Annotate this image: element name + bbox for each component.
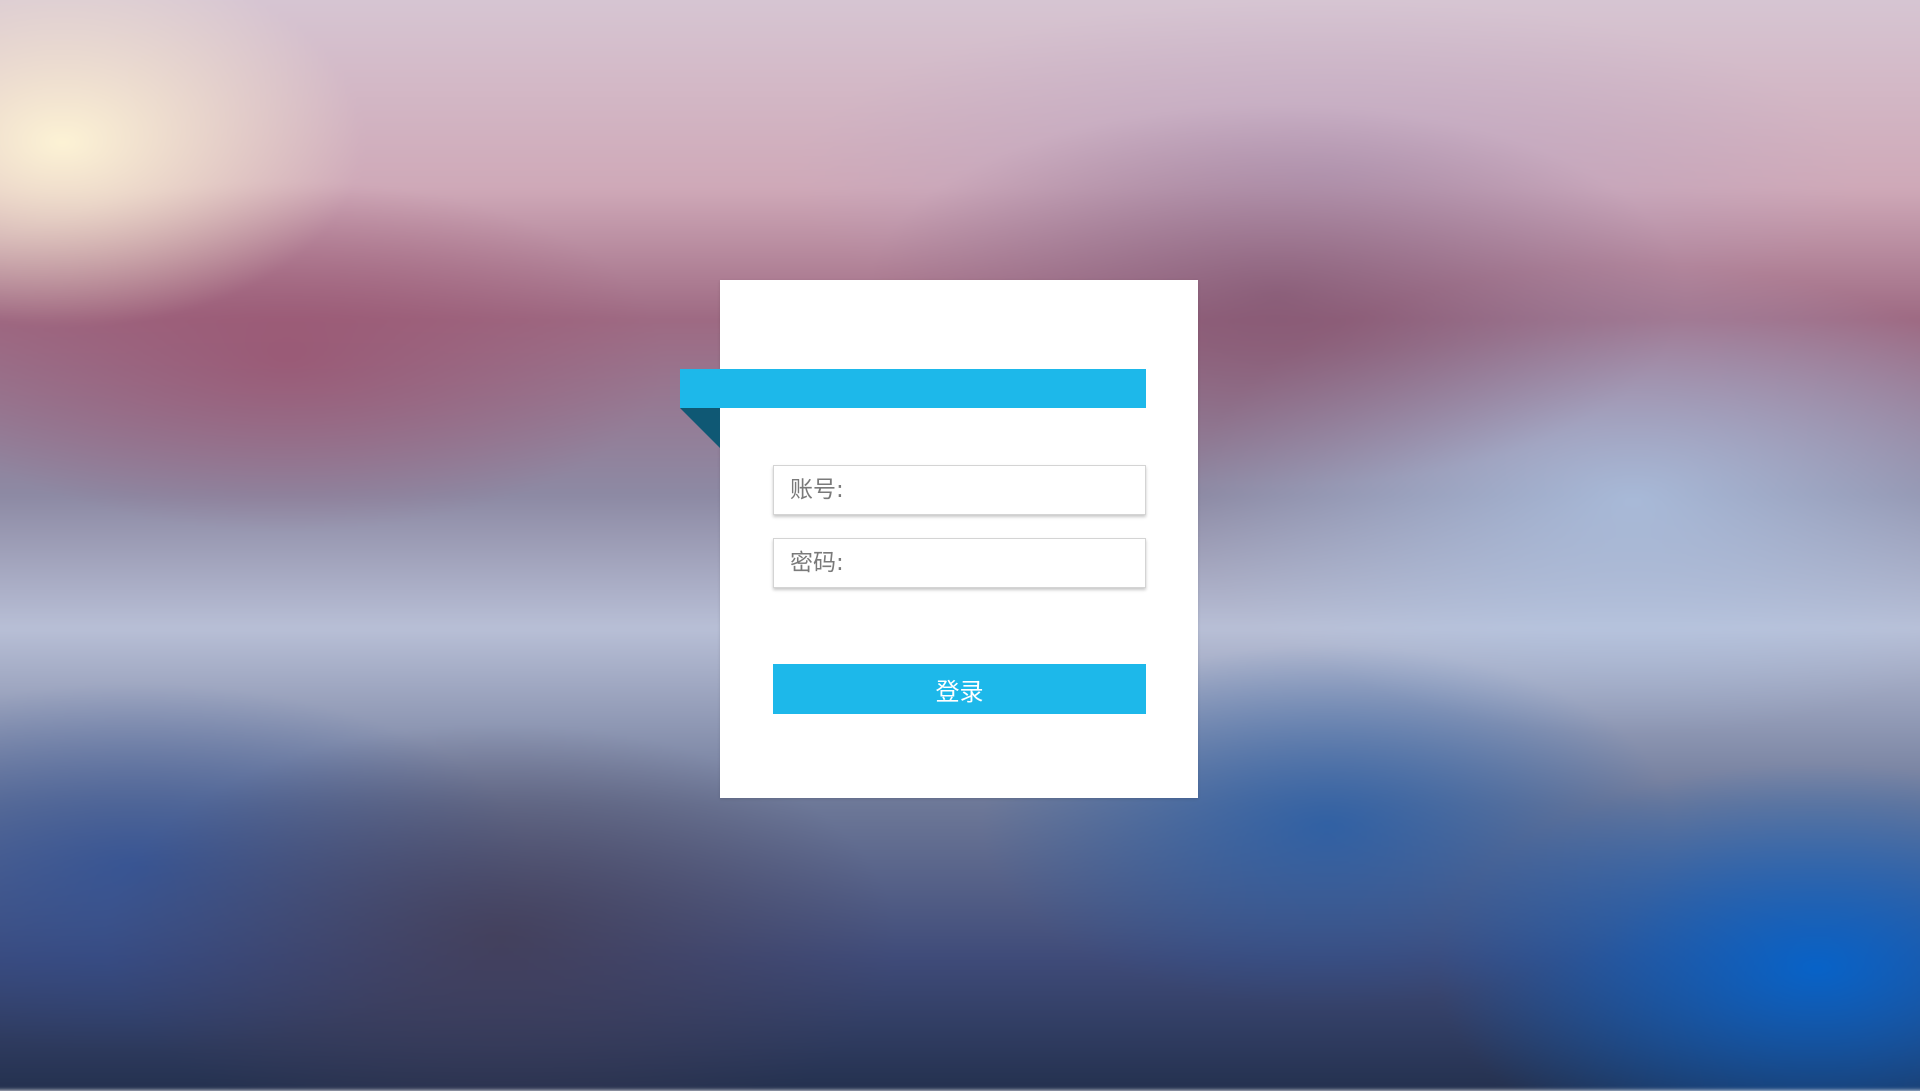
password-field[interactable] <box>773 538 1146 588</box>
account-field[interactable] <box>773 465 1146 515</box>
ribbon-fold <box>680 408 720 448</box>
account-input[interactable] <box>774 466 1145 514</box>
password-input[interactable] <box>774 539 1145 587</box>
header-ribbon <box>680 369 1146 408</box>
login-button[interactable]: 登录 <box>773 664 1146 714</box>
